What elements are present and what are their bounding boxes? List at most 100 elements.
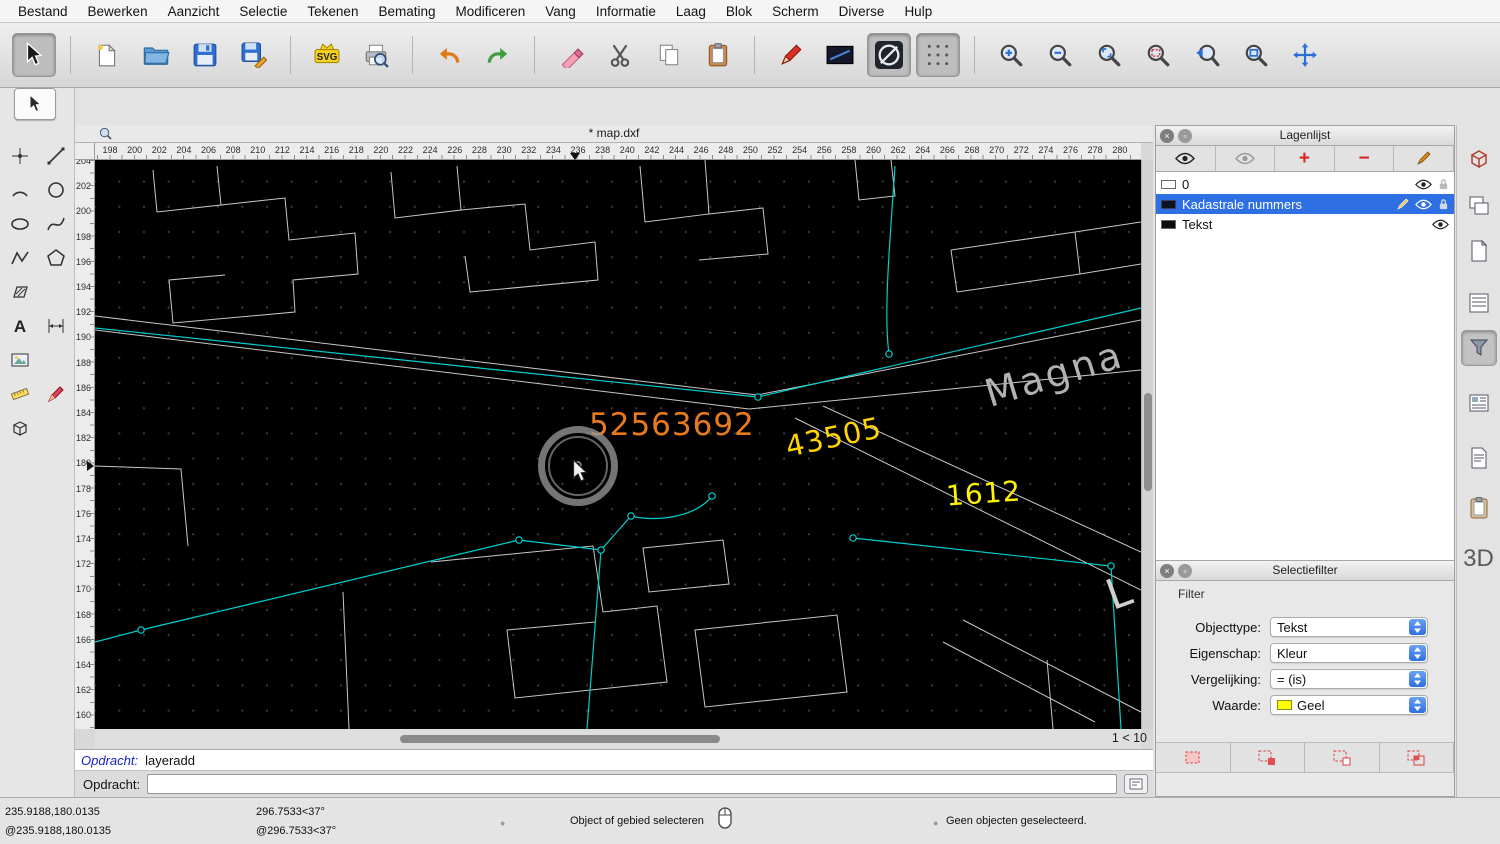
- polyline-tool-button[interactable]: [3, 242, 36, 274]
- print-preview-button[interactable]: [354, 33, 398, 77]
- paste-button[interactable]: [696, 33, 740, 77]
- ellipse-tool-button[interactable]: [3, 208, 36, 240]
- image-tool-button[interactable]: [3, 344, 36, 376]
- selection-filter-button[interactable]: [1461, 330, 1497, 366]
- menu-hulp[interactable]: Hulp: [894, 0, 942, 23]
- measure-tool-button[interactable]: [3, 378, 36, 410]
- menu-blok[interactable]: Blok: [716, 0, 762, 23]
- save-button[interactable]: [183, 33, 227, 77]
- 3d-mode-label[interactable]: 3D: [1457, 545, 1500, 573]
- arc-tool-button[interactable]: [3, 174, 36, 206]
- attributes-button[interactable]: [818, 33, 862, 77]
- zoom-previous-button[interactable]: [1185, 33, 1229, 77]
- undo-button[interactable]: [427, 33, 471, 77]
- select-matching-button[interactable]: [1156, 743, 1231, 772]
- horizontal-scrollbar-thumb[interactable]: [400, 735, 720, 743]
- property-editor-button[interactable]: [1461, 285, 1497, 321]
- zoom-selection-button[interactable]: [1136, 33, 1180, 77]
- objecttype-dropdown[interactable]: Tekst: [1270, 617, 1428, 637]
- modify-tool-button[interactable]: [39, 378, 72, 410]
- remove-layer-button[interactable]: −: [1335, 146, 1395, 171]
- layer-show-all-button[interactable]: [1156, 146, 1216, 171]
- parcel-number-label[interactable]: 1612: [945, 474, 1022, 512]
- menu-informatie[interactable]: Informatie: [586, 0, 666, 23]
- dimension-tool-button[interactable]: [39, 310, 72, 342]
- menu-modificeren[interactable]: Modificeren: [446, 0, 536, 23]
- menu-vang[interactable]: Vang: [535, 0, 586, 23]
- copy-button[interactable]: [647, 33, 691, 77]
- drawing-canvas[interactable]: 52563692 43505 1612 Magna L: [95, 160, 1141, 729]
- layer-row[interactable]: Tekst: [1156, 214, 1454, 234]
- menu-bewerken[interactable]: Bewerken: [78, 0, 158, 23]
- command-input[interactable]: [147, 774, 1117, 794]
- menu-bemating[interactable]: Bemating: [368, 0, 445, 23]
- svg-export-button[interactable]: SVG: [305, 33, 349, 77]
- cut-button[interactable]: [598, 33, 642, 77]
- command-reference-button[interactable]: [1461, 440, 1497, 476]
- menu-aanzicht[interactable]: Aanzicht: [158, 0, 230, 23]
- open-file-button[interactable]: [134, 33, 178, 77]
- layer-lock-icon[interactable]: [1438, 178, 1449, 191]
- layer-visible-icon[interactable]: [1415, 199, 1432, 210]
- menu-laag[interactable]: Laag: [666, 0, 716, 23]
- library-browser-button[interactable]: [1461, 140, 1497, 176]
- layer-list-panel-button[interactable]: [1461, 385, 1497, 421]
- circle-slash-button[interactable]: [867, 33, 911, 77]
- add-layer-button[interactable]: +: [1275, 146, 1335, 171]
- save-as-button[interactable]: [232, 33, 276, 77]
- pointer-tool-button[interactable]: [14, 88, 56, 120]
- menu-diverse[interactable]: Diverse: [829, 0, 895, 23]
- intersect-matching-button[interactable]: [1380, 743, 1455, 772]
- horizontal-scrollbar[interactable]: [95, 729, 1141, 749]
- command-options-button[interactable]: [1124, 774, 1148, 794]
- pan-button[interactable]: [1283, 33, 1327, 77]
- zoom-auto-button[interactable]: [1087, 33, 1131, 77]
- text-tool-button[interactable]: A: [3, 310, 36, 342]
- menu-bestand[interactable]: Bestand: [8, 0, 78, 23]
- close-layer-panel-button[interactable]: ×: [1160, 129, 1174, 143]
- dock-layer-panel-button[interactable]: ▫: [1178, 129, 1192, 143]
- layer-hide-all-button[interactable]: [1216, 146, 1276, 171]
- undo-icon: [436, 42, 462, 68]
- remove-button[interactable]: [549, 33, 593, 77]
- polygon-tool-button[interactable]: [39, 242, 72, 274]
- add-matching-button[interactable]: [1231, 743, 1306, 772]
- spline-tool-button[interactable]: [39, 208, 72, 240]
- vertical-scrollbar[interactable]: [1141, 160, 1153, 729]
- new-file-button[interactable]: [85, 33, 129, 77]
- layer-edit-pen-icon[interactable]: [1396, 198, 1409, 211]
- subtract-matching-button[interactable]: [1305, 743, 1380, 772]
- close-filter-panel-button[interactable]: ×: [1160, 564, 1174, 578]
- solid-tool-button[interactable]: [3, 412, 36, 444]
- zoom-in-button[interactable]: [989, 33, 1033, 77]
- layer-visible-icon[interactable]: [1432, 219, 1449, 230]
- grid-toggle-button[interactable]: [916, 33, 960, 77]
- vergelijking-dropdown[interactable]: = (is): [1270, 669, 1428, 689]
- eigenschap-dropdown[interactable]: Kleur: [1270, 643, 1428, 663]
- redo-button[interactable]: [476, 33, 520, 77]
- zoom-window-button[interactable]: [1234, 33, 1278, 77]
- draw-pen-button[interactable]: [769, 33, 813, 77]
- new-view-button[interactable]: [1461, 233, 1497, 269]
- selection-arrow-button[interactable]: [12, 33, 56, 77]
- waarde-dropdown[interactable]: Geel: [1270, 695, 1428, 715]
- menu-scherm[interactable]: Scherm: [762, 0, 829, 23]
- zoom-out-button[interactable]: [1038, 33, 1082, 77]
- layer-row-selected[interactable]: Kadastrale nummers: [1156, 194, 1454, 214]
- menu-selectie[interactable]: Selectie: [229, 0, 297, 23]
- point-tool-button[interactable]: [3, 140, 36, 172]
- cascade-windows-button[interactable]: [1461, 188, 1497, 224]
- edit-layer-button[interactable]: [1394, 146, 1454, 171]
- line-tool-button[interactable]: [39, 140, 72, 172]
- circle-tool-button[interactable]: [39, 174, 72, 206]
- parcel-number-label[interactable]: 52563692: [589, 407, 755, 443]
- layer-visible-icon[interactable]: [1415, 179, 1432, 190]
- vertical-scrollbar-thumb[interactable]: [1144, 393, 1152, 491]
- document-titlebar: * map.dxf: [75, 125, 1153, 143]
- layer-row[interactable]: 0: [1156, 174, 1454, 194]
- clipboard-panel-button[interactable]: [1461, 490, 1497, 526]
- dock-filter-panel-button[interactable]: ▫: [1178, 564, 1192, 578]
- hatch-tool-button[interactable]: [3, 276, 36, 308]
- menu-tekenen[interactable]: Tekenen: [297, 0, 368, 23]
- layer-lock-icon[interactable]: [1438, 198, 1449, 211]
